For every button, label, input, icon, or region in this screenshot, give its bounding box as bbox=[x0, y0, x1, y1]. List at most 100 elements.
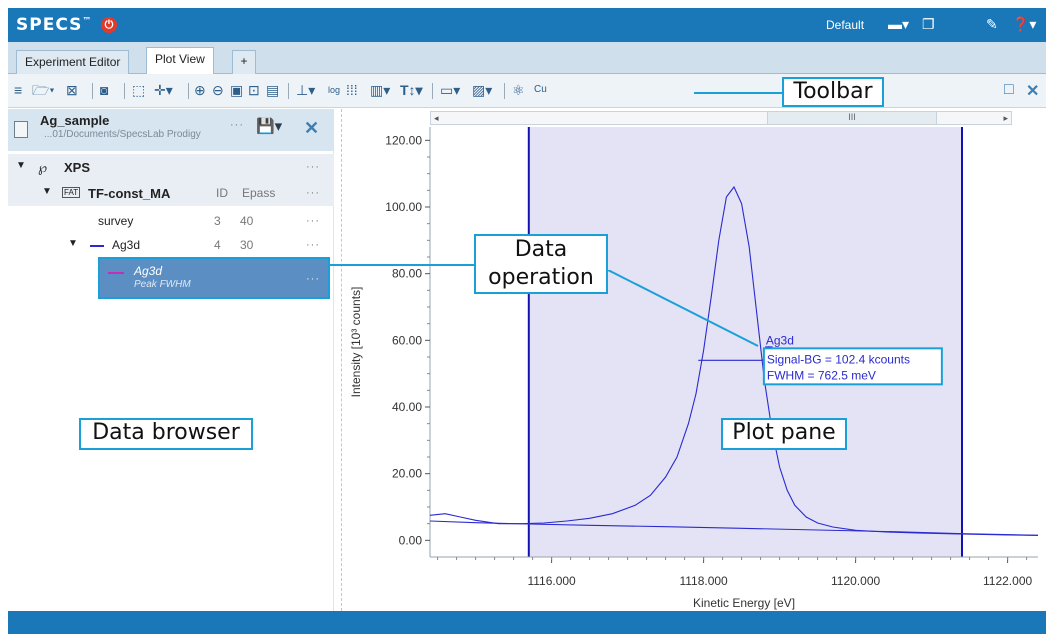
y-axis-label: Intensity [10³ counts] bbox=[349, 287, 363, 398]
expand-icon[interactable]: ▼ bbox=[68, 238, 78, 249]
operation-title: Ag3d bbox=[134, 264, 163, 278]
group-label: XPS bbox=[64, 160, 91, 175]
app-window: SPECS™ ⏻ Default ▬▾ ❐ ✎ ❓▾ Experiment Ed… bbox=[8, 8, 1046, 634]
zoom-fit-icon[interactable]: ▣ bbox=[230, 81, 243, 99]
element-icon[interactable]: Cu bbox=[534, 81, 547, 99]
zoom-x-icon[interactable]: ⊡ bbox=[248, 81, 260, 99]
wrench-icon[interactable]: ✎ bbox=[986, 16, 998, 33]
method-tag: FAT bbox=[62, 187, 81, 198]
series-color-icon bbox=[90, 245, 104, 247]
toolbar-separator bbox=[432, 83, 433, 99]
document-path: ...01/Documents/SpecsLab Prodigy bbox=[44, 129, 201, 140]
more-options-icon[interactable]: ··· bbox=[306, 215, 320, 227]
app-logo: SPECS™ bbox=[16, 15, 92, 35]
tab-plot-view[interactable]: Plot View bbox=[146, 47, 214, 74]
y-tick-label: 120.00 bbox=[385, 133, 422, 147]
tab-bar: Experiment Editor Plot View + bbox=[8, 42, 1046, 74]
more-options-icon[interactable]: ··· bbox=[306, 187, 320, 199]
font-size-icon[interactable]: ▥▾ bbox=[370, 81, 390, 99]
image-export-icon[interactable]: ▨▾ bbox=[472, 81, 492, 99]
brand-mark: ™ bbox=[82, 16, 93, 27]
spectrum-name: Ag3d bbox=[112, 238, 141, 252]
toolbar-callout-line bbox=[694, 92, 782, 94]
cursor-icon[interactable]: ✛▾ bbox=[154, 81, 173, 99]
y-tick-label: 60.00 bbox=[392, 333, 422, 347]
x-tick-label: 1118.000 bbox=[679, 574, 728, 588]
expand-icon[interactable]: ▼ bbox=[16, 160, 26, 171]
zoom-out-icon[interactable]: ⊖ bbox=[212, 81, 224, 99]
menu-icon[interactable]: ≡ bbox=[14, 81, 22, 99]
tree-row-survey[interactable]: survey 3 40 ··· bbox=[8, 208, 334, 234]
data-operation-pointer bbox=[608, 270, 759, 347]
export-icon[interactable]: ▭▾ bbox=[440, 81, 460, 99]
delete-doc-icon[interactable]: ⊠ bbox=[66, 81, 78, 99]
open-icon[interactable]: 🗁▾ bbox=[32, 81, 55, 99]
help-icon[interactable]: ❓▾ bbox=[1012, 16, 1036, 33]
document-icon bbox=[14, 121, 28, 138]
tree-row-method[interactable]: ▼ FAT TF-const_MA ID Epass ··· bbox=[8, 180, 334, 206]
spectrum-epass: 30 bbox=[240, 238, 254, 252]
annotation-fwhm: FWHM = 762.5 meV bbox=[767, 368, 876, 382]
title-bar: SPECS™ ⏻ Default ▬▾ ❐ ✎ ❓▾ bbox=[8, 8, 1046, 42]
scroll-right-icon[interactable]: ▸ bbox=[1003, 112, 1008, 124]
status-bar bbox=[8, 611, 1046, 634]
y-tick-label: 80.00 bbox=[392, 267, 422, 281]
y-tick-label: 20.00 bbox=[392, 467, 422, 481]
spectrum-chart[interactable]: 0.00 20.00 40.00 60.00 80.00 100.00 120.00 1116… bbox=[342, 109, 1046, 611]
spectrum-id: 3 bbox=[214, 214, 221, 228]
maximize-icon[interactable]: □ bbox=[1004, 81, 1014, 99]
annotation-signal: Signal-BG = 102.4 kcounts bbox=[767, 352, 910, 366]
horizontal-scrollbar[interactable]: ◂ III ▸ bbox=[430, 111, 1012, 125]
antenna-icon: ℘ bbox=[38, 160, 48, 175]
browser-header: Ag_sample ...01/Documents/SpecsLab Prodi… bbox=[8, 109, 334, 151]
profile-name[interactable]: Default bbox=[826, 18, 864, 32]
windows-icon[interactable]: ❐ bbox=[922, 16, 935, 33]
text-icon[interactable]: T↕▾ bbox=[400, 81, 423, 99]
spectrum-id: 4 bbox=[214, 238, 221, 252]
document-title[interactable]: Ag_sample bbox=[40, 113, 109, 128]
save-icon[interactable]: 💾▾ bbox=[256, 117, 282, 135]
annotation-name: Ag3d bbox=[766, 333, 794, 347]
data-operation-row[interactable]: Ag3d Peak FWHM ··· bbox=[98, 257, 330, 299]
tab-experiment-editor[interactable]: Experiment Editor bbox=[16, 50, 130, 74]
add-tab-button[interactable]: + bbox=[232, 50, 256, 74]
tree-row-ag3d[interactable]: ▼ Ag3d 4 30 ··· bbox=[8, 232, 334, 258]
operation-subtitle: Peak FWHM bbox=[134, 279, 191, 290]
app-brand: SPECS bbox=[16, 15, 83, 35]
spectrum-epass: 40 bbox=[240, 214, 254, 228]
y-tick-label: 0.00 bbox=[399, 533, 423, 547]
close-panel-icon[interactable]: ✕ bbox=[1026, 81, 1039, 101]
expand-icon[interactable]: ▼ bbox=[42, 186, 52, 197]
toolbar-separator bbox=[288, 83, 289, 99]
x-tick-label: 1116.000 bbox=[527, 574, 576, 588]
data-browser: Ag_sample ...01/Documents/SpecsLab Prodi… bbox=[8, 109, 334, 611]
tree-row-xps[interactable]: ▼ ℘ XPS ··· bbox=[8, 154, 334, 180]
plot-pane: 0.00 20.00 40.00 60.00 80.00 100.00 120.00 1116… bbox=[342, 109, 1046, 611]
power-icon[interactable]: ⏻ bbox=[101, 17, 117, 33]
close-icon[interactable]: ✕ bbox=[304, 118, 319, 139]
column-id-header: ID bbox=[216, 186, 228, 200]
log-scale-icon[interactable]: log bbox=[328, 81, 340, 99]
toolbar-separator bbox=[188, 83, 189, 99]
more-options-icon[interactable]: ··· bbox=[230, 119, 244, 131]
settings-icon[interactable]: ◙ bbox=[100, 81, 108, 99]
axes-icon[interactable]: ⊥▾ bbox=[296, 81, 315, 99]
toolbar-separator bbox=[504, 83, 505, 99]
plot-pane-callout: Plot pane bbox=[721, 418, 847, 450]
scroll-left-icon[interactable]: ◂ bbox=[434, 112, 439, 124]
grid-icon[interactable]: ⁞⁞⁞ bbox=[346, 81, 358, 99]
method-label: TF-const_MA bbox=[88, 186, 171, 201]
select-icon[interactable]: ⬚ bbox=[132, 81, 145, 99]
toolbar-callout: Toolbar bbox=[782, 77, 884, 107]
atom-icon[interactable]: ⚛ bbox=[512, 81, 525, 99]
zoom-y-icon[interactable]: ▤ bbox=[266, 81, 279, 99]
layout-icon[interactable]: ▬▾ bbox=[888, 16, 909, 33]
more-options-icon[interactable]: ··· bbox=[306, 161, 320, 173]
data-browser-callout: Data browser bbox=[79, 418, 253, 450]
zoom-in-icon[interactable]: ⊕ bbox=[194, 81, 206, 99]
scroll-thumb[interactable]: III bbox=[767, 112, 937, 124]
data-operation-callout-line bbox=[330, 264, 474, 266]
more-options-icon[interactable]: ··· bbox=[306, 239, 320, 251]
operation-color-icon bbox=[108, 272, 124, 274]
more-options-icon[interactable]: ··· bbox=[306, 273, 320, 285]
